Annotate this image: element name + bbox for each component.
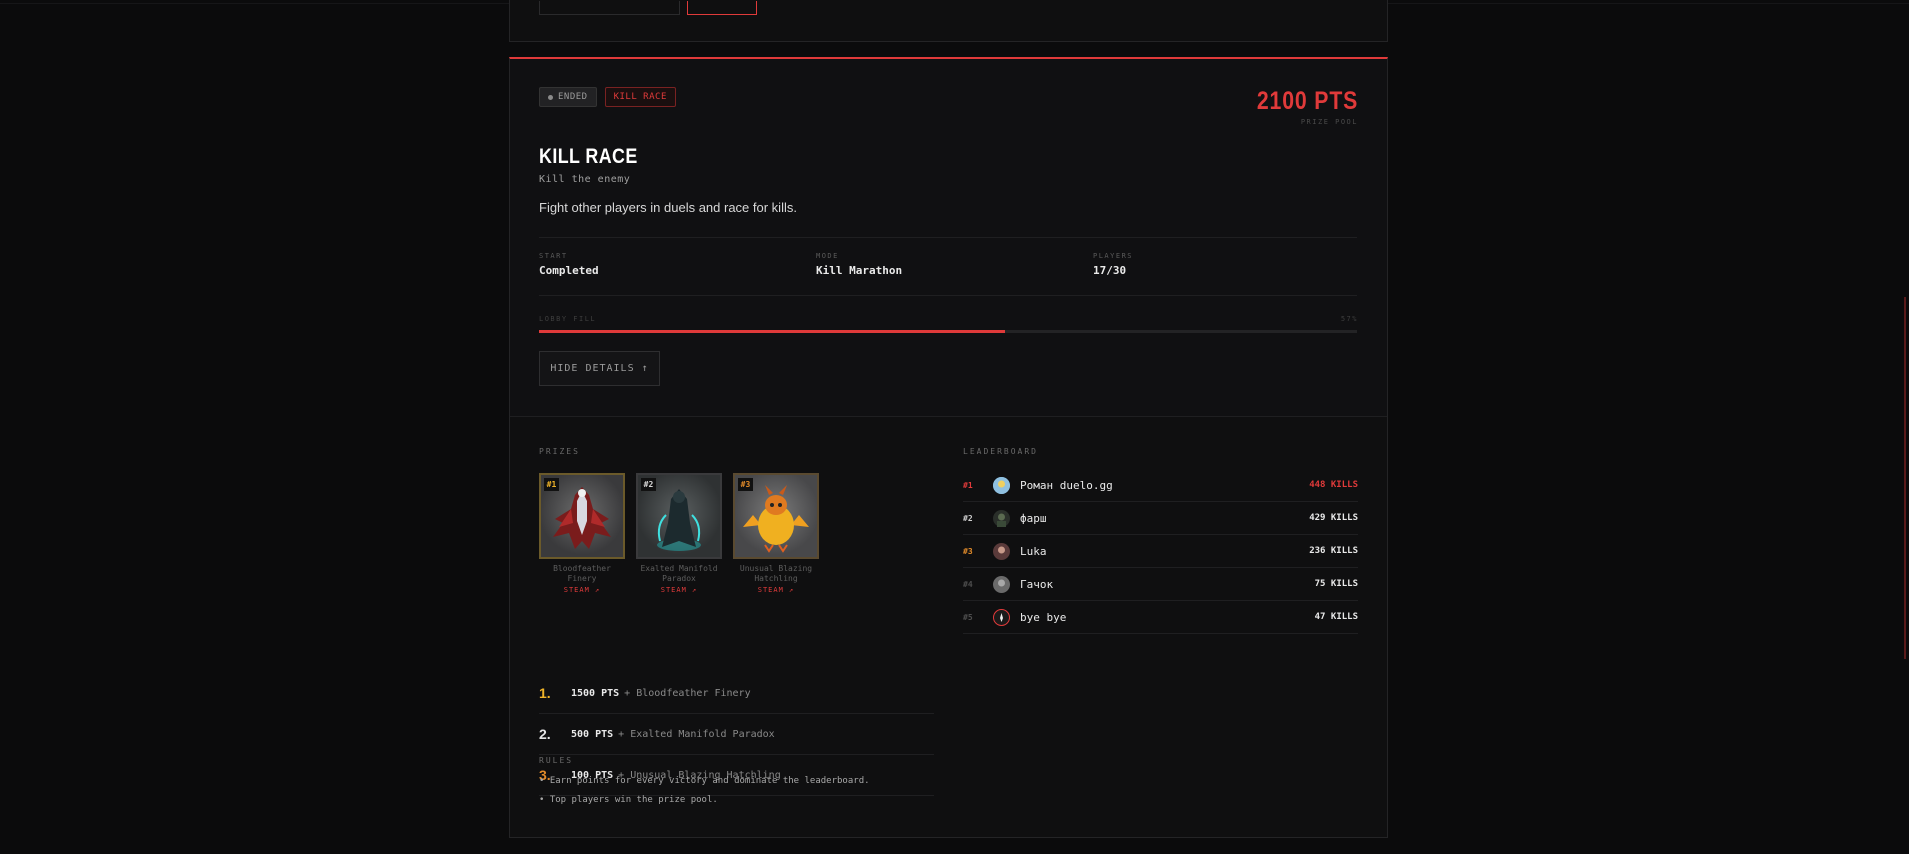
player-name: bye bye — [1020, 610, 1067, 624]
divider — [539, 237, 1357, 238]
avatar-icon — [993, 542, 1010, 560]
meta-mode: MODE Kill Marathon — [816, 252, 902, 277]
player-name: Гачок — [1020, 577, 1054, 591]
previous-card-button[interactable] — [687, 1, 757, 15]
prize-points: 500 PTS — [571, 728, 614, 740]
prize-item-name: + Exalted Manifold Paradox — [618, 728, 775, 740]
prize-item: #3 Unusual Blazing Hatchling STEAM ↗ — [733, 473, 819, 594]
prize-place: 1. — [539, 685, 551, 701]
leaderboard-rank: #3 — [963, 546, 973, 556]
avatar — [993, 542, 1010, 560]
prize-rank: #1 — [544, 478, 559, 491]
scrollbar-thumb[interactable] — [1904, 297, 1906, 659]
steam-link[interactable]: STEAM ↗ — [636, 586, 722, 594]
event-title: KILL RACE — [539, 145, 638, 168]
prize-pool-label: PRIZE POOL — [1300, 118, 1358, 126]
leaderboard-rank: #1 — [963, 480, 973, 490]
player-name: Роман duelo.gg — [1020, 478, 1113, 492]
meta-players: PLAYERS 17/30 — [1093, 252, 1133, 277]
status-badge-label: ENDED — [558, 92, 588, 102]
type-badge: KILL RACE — [604, 87, 676, 107]
type-badge-label: KILL RACE — [613, 92, 667, 102]
prize-pool: 2100 PTS PRIZE POOL — [1239, 87, 1358, 126]
meta-mode-value: Kill Marathon — [816, 264, 903, 277]
player-kills: 75 KILLS — [1314, 579, 1358, 589]
leaderboard: #1 Роман duelo.gg 448 KILLS #2 фарш 429 … — [963, 469, 1358, 634]
meta-start-value: Completed — [539, 264, 599, 277]
prize-name: Bloodfeather Finery — [553, 564, 611, 583]
player-kills: 236 KILLS — [1309, 546, 1358, 556]
event-card: ENDED KILL RACE 2100 PTS PRIZE POOL KILL… — [509, 57, 1388, 838]
prize-item: #1 Bloodfeather Finery STEAM ↗ — [539, 473, 625, 594]
previous-card-field[interactable] — [539, 1, 680, 15]
lobby-fill-percent: 57% — [1340, 315, 1358, 323]
leaderboard-section-label: LEADERBOARD — [963, 447, 1038, 456]
lobby-fill-bar — [539, 330, 1006, 333]
rule-item: • Earn points for every victory and domi… — [539, 776, 870, 786]
prize-image[interactable]: #1 — [539, 473, 625, 559]
divider — [539, 295, 1357, 296]
leaderboard-rank: #4 — [963, 579, 973, 589]
prize-items: #1 Bloodfeather Finery STEAM ↗ #2 Exalte… — [539, 473, 819, 594]
leaderboard-rank: #5 — [963, 612, 973, 622]
prize-name: Unusual Blazing Hatchling — [739, 564, 813, 583]
prize-list-row: 1. 1500 PTS + Bloodfeather Finery — [539, 673, 934, 714]
meta-players-value: 17/30 — [1093, 264, 1127, 277]
prize-rank: #3 — [738, 478, 753, 491]
lobby-fill-track — [539, 330, 1357, 333]
rule-item: • Top players win the prize pool. — [539, 795, 718, 805]
player-name: фарш — [1020, 511, 1047, 525]
lobby-fill-label: LOBBY FILL — [539, 315, 597, 323]
leaderboard-row[interactable]: #3 Luka 236 KILLS — [963, 535, 1358, 568]
leaderboard-rank: #2 — [963, 513, 973, 523]
avatar — [993, 608, 1010, 626]
avatar — [993, 476, 1010, 494]
leaderboard-row[interactable]: #1 Роман duelo.gg 448 KILLS — [963, 469, 1358, 502]
avatar-icon — [993, 476, 1010, 494]
prize-image[interactable]: #3 — [733, 473, 819, 559]
hide-details-button[interactable]: HIDE DETAILS ↑ — [539, 351, 660, 386]
prize-item: #2 Exalted Manifold Paradox STEAM ↗ — [636, 473, 722, 594]
steam-link[interactable]: STEAM ↗ — [733, 586, 819, 594]
meta-mode-key: MODE — [816, 252, 839, 260]
previous-event-card — [509, 0, 1388, 42]
leaderboard-row[interactable]: #5 bye bye 47 KILLS — [963, 601, 1358, 634]
prize-image[interactable]: #2 — [636, 473, 722, 559]
prize-rank: #2 — [641, 478, 656, 491]
leaderboard-row[interactable]: #2 фарш 429 KILLS — [963, 502, 1358, 535]
rules-section-label: RULES — [539, 756, 574, 765]
prize-list-row: 2. 500 PTS + Exalted Manifold Paradox — [539, 714, 934, 755]
avatar-icon — [993, 608, 1010, 626]
meta-start: START Completed — [539, 252, 599, 277]
status-badge: ENDED — [539, 87, 597, 107]
prize-points: 1500 PTS — [571, 687, 620, 699]
avatar — [993, 509, 1010, 527]
rules-list: • Earn points for every victory and domi… — [539, 776, 870, 814]
leaderboard-row[interactable]: #4 Гачок 75 KILLS — [963, 568, 1358, 601]
prizes-section-label: PRIZES — [539, 447, 580, 456]
prize-item-name: + Bloodfeather Finery — [624, 687, 751, 699]
prize-place: 2. — [539, 726, 551, 742]
event-subtitle: Kill the enemy — [539, 174, 631, 185]
player-kills: 47 KILLS — [1314, 612, 1358, 622]
prize-pool-value: 2100 PTS — [1256, 87, 1358, 115]
avatar — [993, 575, 1010, 593]
page: ENDED KILL RACE 2100 PTS PRIZE POOL KILL… — [0, 0, 1909, 854]
steam-link[interactable]: STEAM ↗ — [539, 586, 625, 594]
player-kills: 448 KILLS — [1309, 480, 1358, 490]
meta-players-key: PLAYERS — [1093, 252, 1134, 260]
event-card-header: ENDED KILL RACE 2100 PTS PRIZE POOL KILL… — [510, 59, 1387, 417]
status-dot-icon — [548, 94, 553, 100]
meta-start-key: START — [539, 252, 568, 260]
avatar-icon — [993, 509, 1010, 527]
event-description: Fight other players in duels and race fo… — [539, 200, 797, 215]
player-name: Luka — [1020, 544, 1047, 558]
player-kills: 429 KILLS — [1309, 513, 1358, 523]
prize-name: Exalted Manifold Paradox — [640, 564, 718, 583]
avatar-icon — [993, 575, 1010, 593]
badge-row: ENDED KILL RACE — [539, 87, 676, 107]
